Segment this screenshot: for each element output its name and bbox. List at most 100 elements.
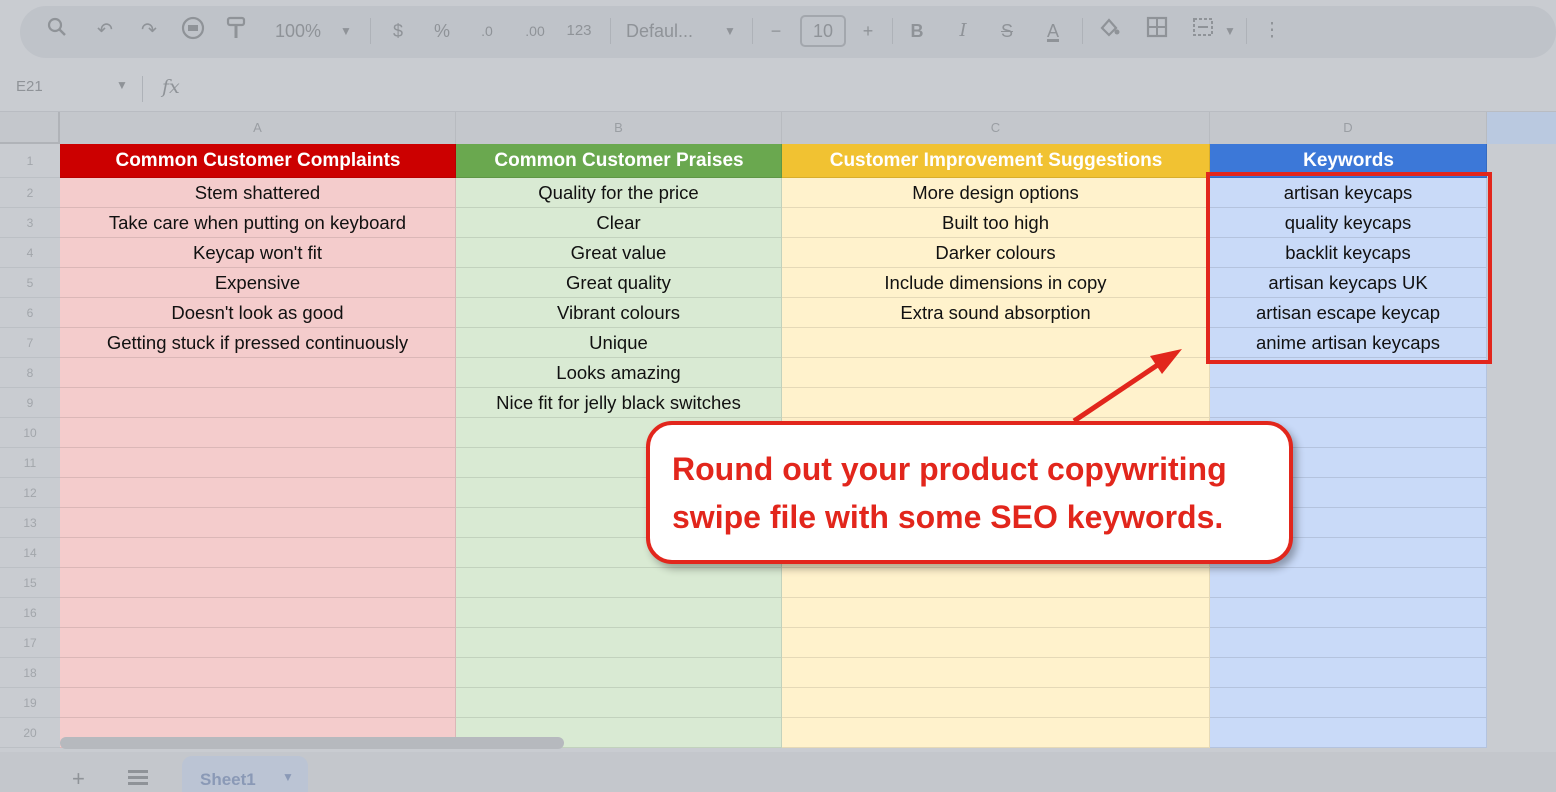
grid-cell[interactable] xyxy=(782,328,1210,358)
grid-cell[interactable]: Expensive xyxy=(60,268,456,298)
grid-cell[interactable] xyxy=(60,448,456,478)
row-header[interactable]: 9 xyxy=(0,388,60,418)
grid-cell[interactable] xyxy=(1210,688,1487,718)
row-header[interactable]: 17 xyxy=(0,628,60,658)
grid-cell[interactable] xyxy=(782,688,1210,718)
merge-chevron-down-icon[interactable]: ▼ xyxy=(1222,16,1238,46)
font-size-input[interactable]: 10 xyxy=(800,15,846,47)
grid-cell[interactable]: Include dimensions in copy xyxy=(782,268,1210,298)
percent-format-button[interactable]: % xyxy=(432,16,452,46)
row-header[interactable]: 12 xyxy=(0,478,60,508)
grid-cell[interactable] xyxy=(60,628,456,658)
grid-cell[interactable] xyxy=(1210,598,1487,628)
redo-icon[interactable]: ↷ xyxy=(136,16,162,46)
row-header[interactable]: 13 xyxy=(0,508,60,538)
grid-cell[interactable] xyxy=(782,598,1210,628)
grid-cell[interactable] xyxy=(456,688,782,718)
row-header[interactable]: 14 xyxy=(0,538,60,568)
grid-cell[interactable] xyxy=(782,628,1210,658)
more-options-icon[interactable]: ⋮ xyxy=(1262,16,1282,46)
increase-font-size-button[interactable]: + xyxy=(858,16,878,46)
grid-cell[interactable]: More design options xyxy=(782,178,1210,208)
font-chevron-down-icon[interactable]: ▼ xyxy=(722,16,738,46)
grid-cell[interactable] xyxy=(456,658,782,688)
column-header-e[interactable] xyxy=(1487,112,1556,144)
sheet-tab-chevron-down-icon[interactable]: ▼ xyxy=(282,770,294,784)
decrease-decimal-button[interactable]: .0 xyxy=(474,16,500,46)
grid-cell[interactable] xyxy=(1210,718,1487,748)
text-color-button[interactable]: A xyxy=(1038,16,1068,46)
grid-cell[interactable] xyxy=(60,508,456,538)
row-header[interactable]: 4 xyxy=(0,238,60,268)
row-header[interactable]: 3 xyxy=(0,208,60,238)
grid-cell[interactable] xyxy=(1210,388,1487,418)
row-header[interactable]: 8 xyxy=(0,358,60,388)
grid-cell[interactable]: Nice fit for jelly black switches xyxy=(456,388,782,418)
grid-cell[interactable]: Unique xyxy=(456,328,782,358)
undo-icon[interactable]: ↶ xyxy=(92,16,118,46)
sheet-tab[interactable]: Sheet1 ▼ xyxy=(182,756,308,792)
fill-color-icon[interactable] xyxy=(1096,16,1122,46)
grid-cell[interactable] xyxy=(1210,658,1487,688)
row-header[interactable]: 18 xyxy=(0,658,60,688)
column-header-c[interactable]: C xyxy=(782,112,1210,144)
grid-cell[interactable]: Vibrant colours xyxy=(456,298,782,328)
grid-cell[interactable] xyxy=(60,478,456,508)
grid-cell[interactable] xyxy=(782,658,1210,688)
grid-cell[interactable] xyxy=(782,568,1210,598)
grid-cell[interactable] xyxy=(782,388,1210,418)
merge-cells-icon[interactable] xyxy=(1190,16,1216,46)
add-sheet-icon[interactable]: + xyxy=(72,766,85,792)
grid-cell[interactable]: Clear xyxy=(456,208,782,238)
grid-cell[interactable] xyxy=(60,358,456,388)
header-suggestions[interactable]: Customer Improvement Suggestions xyxy=(782,144,1210,178)
bold-button[interactable]: B xyxy=(906,16,928,46)
column-header-d[interactable]: D xyxy=(1210,112,1487,144)
grid-cell[interactable]: Darker colours xyxy=(782,238,1210,268)
print-icon[interactable] xyxy=(180,16,206,46)
grid-cell[interactable] xyxy=(60,598,456,628)
row-header[interactable]: 16 xyxy=(0,598,60,628)
grid-cell[interactable] xyxy=(456,568,782,598)
grid-cell[interactable] xyxy=(60,568,456,598)
grid-cell[interactable] xyxy=(60,418,456,448)
grid-cell[interactable] xyxy=(456,598,782,628)
search-menus-icon[interactable] xyxy=(44,16,70,46)
row-header[interactable]: 20 xyxy=(0,718,60,748)
grid-cell[interactable] xyxy=(782,718,1210,748)
grid-cell[interactable]: Doesn't look as good xyxy=(60,298,456,328)
header-complaints[interactable]: Common Customer Complaints xyxy=(60,144,456,178)
grid-cell[interactable]: Quality for the price xyxy=(456,178,782,208)
row-header[interactable]: 7 xyxy=(0,328,60,358)
grid-cell[interactable]: Great quality xyxy=(456,268,782,298)
grid-cell[interactable] xyxy=(60,538,456,568)
row-header[interactable]: 6 xyxy=(0,298,60,328)
borders-icon[interactable] xyxy=(1144,16,1170,46)
row-header[interactable]: 5 xyxy=(0,268,60,298)
currency-format-button[interactable]: $ xyxy=(388,16,408,46)
all-sheets-icon[interactable] xyxy=(128,770,148,786)
grid-cell[interactable] xyxy=(1210,568,1487,598)
row-header[interactable]: 1 xyxy=(0,144,60,178)
name-box[interactable]: E21 xyxy=(16,78,43,95)
row-header[interactable]: 19 xyxy=(0,688,60,718)
row-header[interactable]: 15 xyxy=(0,568,60,598)
header-praises[interactable]: Common Customer Praises xyxy=(456,144,782,178)
strikethrough-button[interactable]: S xyxy=(996,16,1018,46)
zoom-chevron-down-icon[interactable]: ▼ xyxy=(338,16,354,46)
row-header[interactable]: 2 xyxy=(0,178,60,208)
column-header-a[interactable]: A xyxy=(60,112,456,144)
increase-decimal-button[interactable]: .00 xyxy=(520,16,550,46)
grid-cell[interactable]: Stem shattered xyxy=(60,178,456,208)
grid-cell[interactable] xyxy=(60,658,456,688)
column-header-b[interactable]: B xyxy=(456,112,782,144)
grid-cell[interactable]: Looks amazing xyxy=(456,358,782,388)
zoom-select[interactable]: 100% xyxy=(270,16,326,46)
font-family-select[interactable]: Defaul... xyxy=(626,16,704,46)
row-header[interactable]: 10 xyxy=(0,418,60,448)
horizontal-scrollbar[interactable] xyxy=(60,737,564,749)
grid-cell[interactable]: Getting stuck if pressed continuously xyxy=(60,328,456,358)
grid-cell[interactable]: Great value xyxy=(456,238,782,268)
grid-cell[interactable] xyxy=(782,358,1210,388)
grid-cell[interactable] xyxy=(456,628,782,658)
